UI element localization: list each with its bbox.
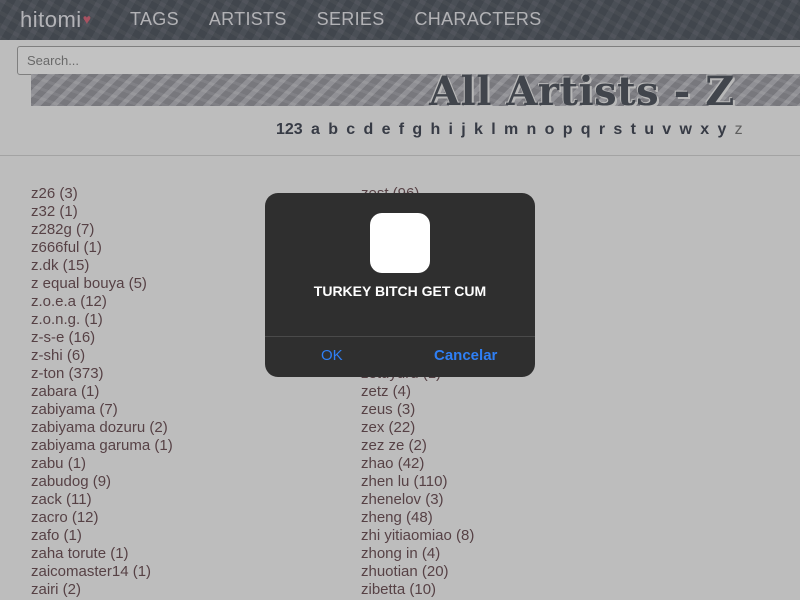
ok-button[interactable]: OK <box>321 347 343 364</box>
dialog-divider <box>265 336 535 337</box>
cancel-button[interactable]: Cancelar <box>434 347 497 364</box>
dialog-message: TURKEY BITCH GET CUM <box>313 283 487 299</box>
app-icon <box>370 213 430 273</box>
alert-dialog: TURKEY BITCH GET CUM OK Cancelar <box>265 193 535 377</box>
